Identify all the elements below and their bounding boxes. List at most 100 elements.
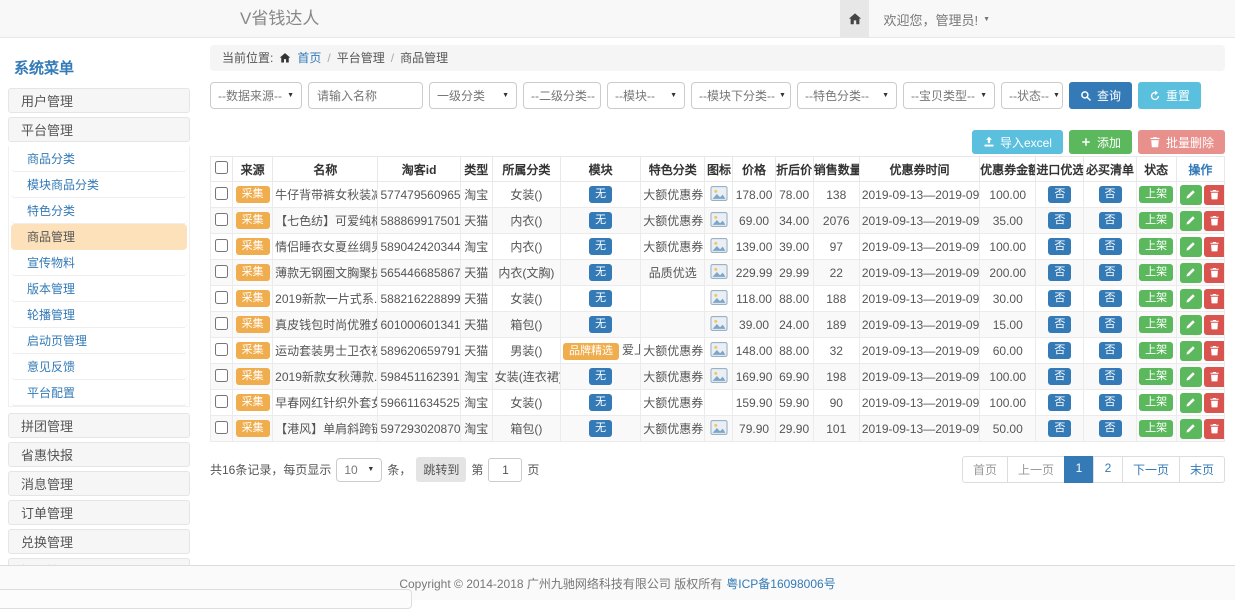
row-checkbox[interactable] xyxy=(215,265,228,278)
home-button[interactable] xyxy=(840,0,869,38)
status-badge[interactable]: 上架 xyxy=(1139,290,1173,307)
import-toggle-badge[interactable]: 否 xyxy=(1048,368,1071,385)
import-excel-button[interactable]: 导入excel xyxy=(972,130,1063,154)
import-toggle-badge[interactable]: 否 xyxy=(1048,394,1071,411)
status-badge[interactable]: 上架 xyxy=(1139,368,1173,385)
page-button-1[interactable]: 1 xyxy=(1064,456,1094,483)
status-badge[interactable]: 上架 xyxy=(1139,212,1173,229)
delete-button[interactable] xyxy=(1204,289,1225,309)
page-button-2[interactable]: 2 xyxy=(1093,456,1123,483)
edit-button[interactable] xyxy=(1180,289,1202,309)
import-toggle-badge[interactable]: 否 xyxy=(1048,264,1071,281)
row-checkbox[interactable] xyxy=(215,343,228,356)
import-toggle-badge[interactable]: 否 xyxy=(1048,316,1071,333)
import-toggle-badge[interactable]: 否 xyxy=(1048,290,1071,307)
must-buy-toggle-badge[interactable]: 否 xyxy=(1099,186,1122,203)
sidebar-item-特色分类[interactable]: 特色分类 xyxy=(11,198,187,224)
edit-button[interactable] xyxy=(1180,315,1202,335)
sidebar-item-轮播管理[interactable]: 轮播管理 xyxy=(11,302,187,328)
batch-delete-button[interactable]: 批量删除 xyxy=(1138,130,1225,154)
page-button-末页[interactable]: 末页 xyxy=(1179,456,1225,483)
sidebar-item-平台配置[interactable]: 平台配置 xyxy=(11,380,187,406)
must-buy-toggle-badge[interactable]: 否 xyxy=(1099,290,1122,307)
icp-link[interactable]: 粤ICP备16098006号 xyxy=(726,575,835,592)
edit-button[interactable] xyxy=(1180,393,1202,413)
delete-button[interactable] xyxy=(1204,315,1225,335)
status-badge[interactable]: 上架 xyxy=(1139,186,1173,203)
import-toggle-badge[interactable]: 否 xyxy=(1048,186,1071,203)
delete-button[interactable] xyxy=(1204,263,1225,283)
filter-module-subcategory-select[interactable]: --模块下分类--▼ xyxy=(691,82,791,109)
sidebar-item-版本管理[interactable]: 版本管理 xyxy=(11,276,187,302)
import-toggle-badge[interactable]: 否 xyxy=(1048,212,1071,229)
filter-primary-category-select[interactable]: 一级分类▼ xyxy=(429,82,517,109)
must-buy-toggle-badge[interactable]: 否 xyxy=(1099,212,1122,229)
sidebar-section-用户管理[interactable]: 用户管理 xyxy=(8,88,190,113)
edit-button[interactable] xyxy=(1180,185,1202,205)
search-button[interactable]: 查询 xyxy=(1069,82,1132,109)
status-badge[interactable]: 上架 xyxy=(1139,394,1173,411)
import-toggle-badge[interactable]: 否 xyxy=(1048,420,1071,437)
row-checkbox[interactable] xyxy=(215,421,228,434)
sidebar-section-平台管理[interactable]: 平台管理 xyxy=(8,117,190,142)
edit-button[interactable] xyxy=(1180,341,1202,361)
edit-button[interactable] xyxy=(1180,237,1202,257)
must-buy-toggle-badge[interactable]: 否 xyxy=(1099,342,1122,359)
must-buy-toggle-badge[interactable]: 否 xyxy=(1099,316,1122,333)
import-toggle-badge[interactable]: 否 xyxy=(1048,342,1071,359)
edit-button[interactable] xyxy=(1180,419,1202,439)
must-buy-toggle-badge[interactable]: 否 xyxy=(1099,420,1122,437)
jump-page-input[interactable] xyxy=(488,458,522,482)
breadcrumb-home-link[interactable]: 首页 xyxy=(297,45,321,71)
filter-name-input[interactable] xyxy=(308,82,423,109)
sidebar-item-宣传物料[interactable]: 宣传物料 xyxy=(11,250,187,276)
status-badge[interactable]: 上架 xyxy=(1139,420,1173,437)
sidebar-item-商品管理[interactable]: 商品管理 xyxy=(11,224,187,250)
delete-button[interactable] xyxy=(1204,419,1225,439)
filter-data-source-select[interactable]: --数据来源--▼ xyxy=(210,82,302,109)
status-badge[interactable]: 上架 xyxy=(1139,238,1173,255)
must-buy-toggle-badge[interactable]: 否 xyxy=(1099,264,1122,281)
row-checkbox[interactable] xyxy=(215,213,228,226)
sidebar-section-消息管理[interactable]: 消息管理 xyxy=(8,471,190,496)
page-size-select[interactable]: 10 ▼ xyxy=(336,458,382,482)
sidebar-section-省惠快报[interactable]: 省惠快报 xyxy=(8,442,190,467)
filter-item-type-select[interactable]: --宝贝类型--▼ xyxy=(903,82,995,109)
page-button-下一页[interactable]: 下一页 xyxy=(1122,456,1180,483)
sidebar-item-启动页管理[interactable]: 启动页管理 xyxy=(11,328,187,354)
must-buy-toggle-badge[interactable]: 否 xyxy=(1099,394,1122,411)
delete-button[interactable] xyxy=(1204,185,1225,205)
row-checkbox[interactable] xyxy=(215,395,228,408)
user-menu[interactable]: 欢迎您，管理员! ▼ xyxy=(869,0,990,38)
status-badge[interactable]: 上架 xyxy=(1139,264,1173,281)
sidebar-item-意见反馈[interactable]: 意见反馈 xyxy=(11,354,187,380)
filter-feature-category-select[interactable]: --特色分类--▼ xyxy=(797,82,897,109)
row-checkbox[interactable] xyxy=(215,369,228,382)
row-checkbox[interactable] xyxy=(215,317,228,330)
delete-button[interactable] xyxy=(1204,211,1225,231)
sidebar-item-模块商品分类[interactable]: 模块商品分类 xyxy=(11,172,187,198)
delete-button[interactable] xyxy=(1204,367,1225,387)
edit-button[interactable] xyxy=(1180,367,1202,387)
sidebar-item-商品分类[interactable]: 商品分类 xyxy=(11,146,187,172)
sidebar-section-拼团管理[interactable]: 拼团管理 xyxy=(8,413,190,438)
select-all-checkbox[interactable] xyxy=(215,161,228,174)
sidebar-section-兑换管理[interactable]: 兑换管理 xyxy=(8,529,190,554)
status-badge[interactable]: 上架 xyxy=(1139,342,1173,359)
delete-button[interactable] xyxy=(1204,341,1225,361)
filter-module-select[interactable]: --模块--▼ xyxy=(607,82,685,109)
edit-button[interactable] xyxy=(1180,211,1202,231)
add-button[interactable]: 添加 xyxy=(1069,130,1132,154)
delete-button[interactable] xyxy=(1204,237,1225,257)
sidebar-section-订单管理[interactable]: 订单管理 xyxy=(8,500,190,525)
reset-button[interactable]: 重置 xyxy=(1138,82,1201,109)
status-badge[interactable]: 上架 xyxy=(1139,316,1173,333)
row-checkbox[interactable] xyxy=(215,187,228,200)
row-checkbox[interactable] xyxy=(215,239,228,252)
filter-secondary-category-select[interactable]: --二级分类--▼ xyxy=(523,82,601,109)
row-checkbox[interactable] xyxy=(215,291,228,304)
must-buy-toggle-badge[interactable]: 否 xyxy=(1099,368,1122,385)
filter-status-select[interactable]: --状态--▼ xyxy=(1001,82,1063,109)
import-toggle-badge[interactable]: 否 xyxy=(1048,238,1071,255)
delete-button[interactable] xyxy=(1204,393,1225,413)
